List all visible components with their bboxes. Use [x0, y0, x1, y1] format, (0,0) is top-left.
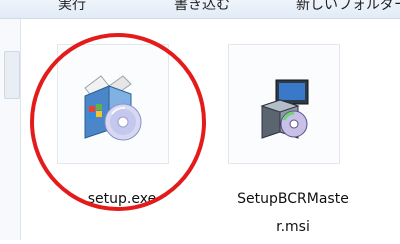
file-item-setup-exe[interactable]: setup.exe — [57, 44, 187, 244]
navigation-pane — [0, 19, 21, 240]
file-name-line-1: SetupBCRMaste — [237, 191, 349, 207]
toolbar: 実行 書き込む 新しいフォルダー — [0, 0, 400, 19]
nav-pane-scroll-handle[interactable] — [4, 51, 20, 99]
toolbar-burn-button[interactable]: 書き込む — [174, 0, 230, 14]
file-item-setupbcrmaster-msi[interactable]: SetupBCRMaste r.msi — [228, 44, 358, 244]
file-name-label: SetupBCRMaste r.msi — [228, 184, 358, 242]
installer-box-cd-icon — [84, 75, 142, 141]
file-name-label: setup.exe — [87, 191, 157, 207]
toolbar-run-button[interactable]: 実行 — [58, 0, 86, 14]
file-name-line-2: r.msi — [276, 219, 310, 235]
toolbar-new-folder-button[interactable]: 新しいフォルダー — [296, 0, 400, 14]
msi-package-icon — [260, 79, 309, 139]
